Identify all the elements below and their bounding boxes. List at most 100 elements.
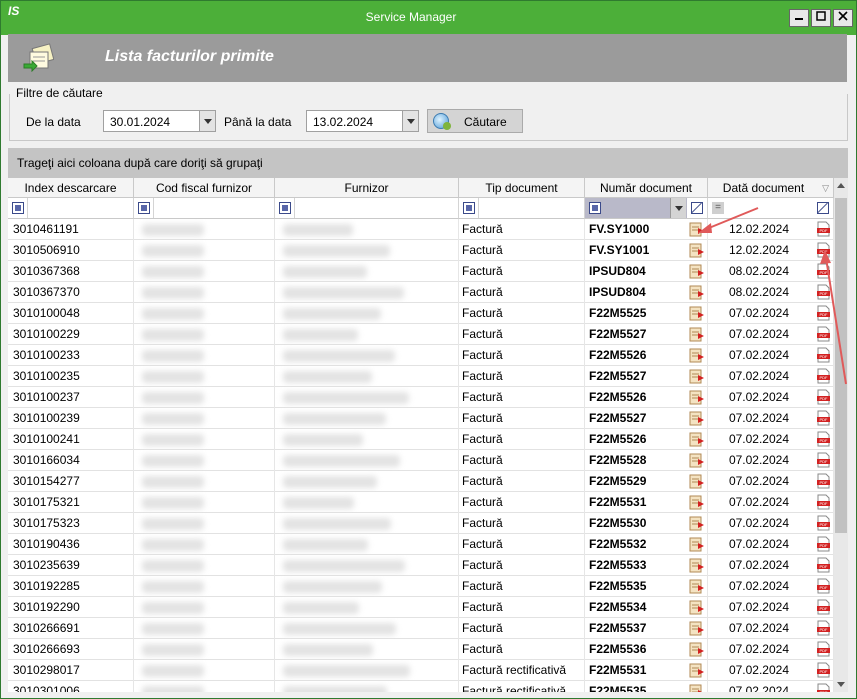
- cell-data-document[interactable]: 07.02.2024 PDF: [708, 681, 834, 692]
- pdf-icon[interactable]: PDF: [817, 452, 830, 468]
- cell-numar-document[interactable]: FV.SY1000: [585, 219, 708, 240]
- pdf-icon[interactable]: PDF: [817, 515, 830, 531]
- cell-data-document[interactable]: 07.02.2024 PDF: [708, 618, 834, 639]
- cell-data-document[interactable]: 07.02.2024 PDF: [708, 387, 834, 408]
- open-document-icon[interactable]: [689, 432, 705, 447]
- open-document-icon[interactable]: [689, 495, 705, 510]
- filter-operator-icon[interactable]: [463, 202, 475, 214]
- pdf-icon[interactable]: PDF: [817, 599, 830, 615]
- column-header-tip-document[interactable]: Tip document: [459, 178, 585, 198]
- open-document-icon[interactable]: [689, 264, 705, 279]
- scroll-down-button[interactable]: [834, 676, 848, 692]
- to-date-dropdown-button[interactable]: [402, 111, 418, 131]
- cell-numar-document[interactable]: F22M5527: [585, 366, 708, 387]
- cell-numar-document[interactable]: F22M5526: [585, 345, 708, 366]
- cell-numar-document[interactable]: F22M5528: [585, 450, 708, 471]
- pdf-icon[interactable]: PDF: [817, 221, 830, 237]
- cell-data-document[interactable]: 07.02.2024 PDF: [708, 576, 834, 597]
- table-row[interactable]: 3010100233 Factură F22M5526 07.02.2024 PDF: [8, 345, 834, 366]
- cell-data-document[interactable]: 07.02.2024 PDF: [708, 303, 834, 324]
- open-document-icon[interactable]: [689, 474, 705, 489]
- column-header-cod-fiscal[interactable]: Cod fiscal furnizor: [134, 178, 275, 198]
- open-document-icon[interactable]: [689, 390, 705, 405]
- pdf-icon[interactable]: PDF: [817, 305, 830, 321]
- cell-numar-document[interactable]: F22M5527: [585, 324, 708, 345]
- open-document-icon[interactable]: [689, 516, 705, 531]
- table-row[interactable]: 3010298017 Factură rectificativă F22M5531 0…: [8, 660, 834, 681]
- table-row[interactable]: 3010461191 Factură FV.SY1000 12.02.2024 PDF: [8, 219, 834, 240]
- pdf-icon[interactable]: PDF: [817, 536, 830, 552]
- title-bar[interactable]: IS Service Manager: [1, 1, 856, 35]
- filter-operator-icon[interactable]: [279, 202, 291, 214]
- open-document-icon[interactable]: [689, 411, 705, 426]
- table-row[interactable]: 3010100239 Factură F22M5527 07.02.2024 PDF: [8, 408, 834, 429]
- cell-data-document[interactable]: 07.02.2024 PDF: [708, 555, 834, 576]
- scroll-up-button[interactable]: [834, 178, 848, 194]
- cell-data-document[interactable]: 07.02.2024 PDF: [708, 408, 834, 429]
- open-document-icon[interactable]: [689, 537, 705, 552]
- open-document-icon[interactable]: [689, 663, 705, 678]
- cell-numar-document[interactable]: FV.SY1001: [585, 240, 708, 261]
- table-row[interactable]: 3010192290 Factură F22M5534 07.02.2024 PDF: [8, 597, 834, 618]
- table-row[interactable]: 3010192285 Factură F22M5535 07.02.2024 PDF: [8, 576, 834, 597]
- from-date-dropdown-button[interactable]: [199, 111, 215, 131]
- from-date-picker[interactable]: 30.01.2024: [103, 110, 216, 132]
- cell-data-document[interactable]: 07.02.2024 PDF: [708, 366, 834, 387]
- filter-cell-tip-document[interactable]: [459, 198, 585, 219]
- open-document-icon[interactable]: [689, 558, 705, 573]
- equals-operator-icon[interactable]: =: [712, 202, 724, 214]
- table-row[interactable]: 3010175323 Factură F22M5530 07.02.2024 PDF: [8, 513, 834, 534]
- cell-numar-document[interactable]: F22M5531: [585, 492, 708, 513]
- open-document-icon[interactable]: [689, 684, 705, 692]
- table-row[interactable]: 3010367370 Factură IPSUD804 08.02.2024 PDF: [8, 282, 834, 303]
- pdf-icon[interactable]: PDF: [817, 620, 830, 636]
- pdf-icon[interactable]: PDF: [817, 557, 830, 573]
- filter-operator-icon[interactable]: [12, 202, 24, 214]
- cell-data-document[interactable]: 07.02.2024 PDF: [708, 471, 834, 492]
- cell-data-document[interactable]: 07.02.2024 PDF: [708, 492, 834, 513]
- open-document-icon[interactable]: [689, 222, 705, 237]
- cell-numar-document[interactable]: F22M5529: [585, 471, 708, 492]
- open-document-icon[interactable]: [689, 579, 705, 594]
- group-by-panel[interactable]: Trageţi aici coloana după care doriţi să…: [8, 148, 848, 178]
- filter-cell-cod-fiscal[interactable]: [134, 198, 275, 219]
- filter-cell-data-document[interactable]: =: [708, 198, 834, 219]
- pdf-icon[interactable]: PDF: [817, 683, 830, 692]
- cell-numar-document[interactable]: F22M5527: [585, 408, 708, 429]
- open-document-icon[interactable]: [689, 243, 705, 258]
- cell-data-document[interactable]: 08.02.2024 PDF: [708, 282, 834, 303]
- open-document-icon[interactable]: [689, 453, 705, 468]
- pdf-icon[interactable]: PDF: [817, 473, 830, 489]
- column-header-index[interactable]: Index descarcare: [8, 178, 134, 198]
- cell-data-document[interactable]: 12.02.2024 PDF: [708, 240, 834, 261]
- maximize-button[interactable]: [811, 9, 831, 27]
- search-button[interactable]: Căutare: [427, 109, 523, 133]
- pdf-icon[interactable]: PDF: [817, 263, 830, 279]
- cell-numar-document[interactable]: IPSUD804: [585, 261, 708, 282]
- cell-data-document[interactable]: 07.02.2024 PDF: [708, 660, 834, 681]
- cell-numar-document[interactable]: F22M5526: [585, 387, 708, 408]
- table-row[interactable]: 3010235639 Factură F22M5533 07.02.2024 PDF: [8, 555, 834, 576]
- table-row[interactable]: 3010100235 Factură F22M5527 07.02.2024 PDF: [8, 366, 834, 387]
- open-document-icon[interactable]: [689, 600, 705, 615]
- cell-numar-document[interactable]: F22M5531: [585, 660, 708, 681]
- table-row[interactable]: 3010367368 Factură IPSUD804 08.02.2024 PDF: [8, 261, 834, 282]
- table-row[interactable]: 3010190436 Factură F22M5532 07.02.2024 PDF: [8, 534, 834, 555]
- table-row[interactable]: 3010100237 Factură F22M5526 07.02.2024 PDF: [8, 387, 834, 408]
- clear-filter-icon[interactable]: [691, 202, 703, 214]
- vertical-scrollbar[interactable]: [834, 178, 848, 692]
- table-row[interactable]: 3010100229 Factură F22M5527 07.02.2024 PDF: [8, 324, 834, 345]
- cell-numar-document[interactable]: F22M5526: [585, 429, 708, 450]
- table-row[interactable]: 3010266691 Factură F22M5537 07.02.2024 PDF: [8, 618, 834, 639]
- cell-data-document[interactable]: 07.02.2024 PDF: [708, 534, 834, 555]
- cell-numar-document[interactable]: F22M5532: [585, 534, 708, 555]
- pdf-icon[interactable]: PDF: [817, 347, 830, 363]
- cell-numar-document[interactable]: F22M5535: [585, 681, 708, 692]
- cell-data-document[interactable]: 07.02.2024 PDF: [708, 639, 834, 660]
- table-row[interactable]: 3010166034 Factură F22M5528 07.02.2024 PDF: [8, 450, 834, 471]
- clear-filter-icon[interactable]: [817, 202, 829, 214]
- pdf-icon[interactable]: PDF: [817, 389, 830, 405]
- table-row[interactable]: 3010175321 Factură F22M5531 07.02.2024 PDF: [8, 492, 834, 513]
- open-document-icon[interactable]: [689, 621, 705, 636]
- cell-data-document[interactable]: 07.02.2024 PDF: [708, 597, 834, 618]
